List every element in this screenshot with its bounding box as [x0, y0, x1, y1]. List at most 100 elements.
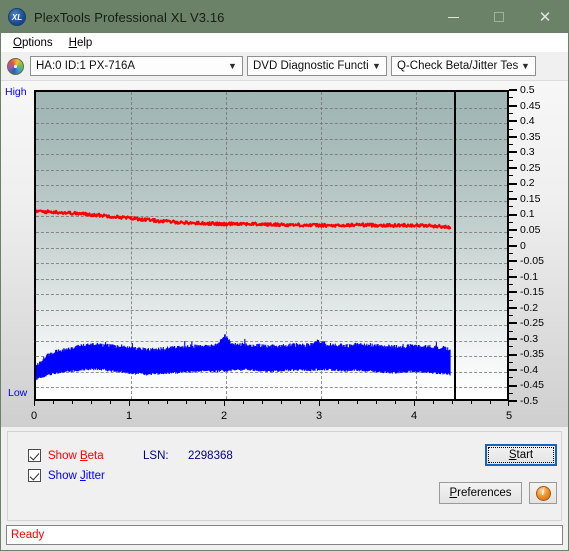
start-button[interactable]: Start — [485, 444, 557, 466]
x-axis-ticks: 0 1 2 3 4 5 — [31, 401, 513, 425]
y-tick-label: -0.45 — [520, 379, 544, 392]
y-tick-label: 0.1 — [520, 208, 535, 221]
x-tick-mark — [224, 401, 225, 406]
lsn-value: 2298368 — [188, 450, 233, 462]
x-tick-mark-minor — [357, 401, 358, 404]
x-tick-label: 5 — [505, 410, 513, 422]
preferences-button[interactable]: Preferences — [439, 482, 522, 504]
y-tick-minor — [509, 107, 516, 119]
y-tick-minor — [509, 247, 516, 259]
data-end-marker — [454, 92, 456, 399]
minimize-button[interactable] — [430, 1, 476, 33]
show-beta-label-pre: Show — [48, 449, 80, 462]
menu-item-options-label: ptions — [21, 36, 53, 49]
y-tick-minor — [509, 263, 516, 275]
y-tick-label: 0.05 — [520, 223, 541, 236]
y-tick-minor — [509, 185, 516, 197]
status-bar: Ready — [6, 525, 563, 545]
y-tick-minor — [509, 216, 516, 228]
x-tick-mark-minor — [110, 401, 111, 404]
y-tick-label: -0.4 — [520, 363, 539, 376]
drive-select[interactable]: HA:0 ID:1 PX-716A ▼ — [30, 56, 243, 76]
function-select-value: DVD Diagnostic Functions — [253, 60, 369, 72]
y-tick-label: 0 — [520, 239, 526, 252]
chart-traces — [36, 209, 452, 381]
chart-panel: High Low 0.5 0.45 0.4 0.35 0.3 0.25 0.2 0.15 0.1… — [1, 80, 568, 427]
show-beta-checkbox[interactable] — [28, 449, 41, 462]
y-tick-label: 0.45 — [520, 99, 541, 112]
title-bar: XL PlexTools Professional XL V3.16 ✕ — [1, 1, 568, 33]
x-tick-label: 2 — [220, 410, 228, 422]
close-button[interactable]: ✕ — [522, 1, 568, 33]
window-controls: ✕ — [430, 1, 568, 33]
x-tick-label: 3 — [315, 410, 323, 422]
preferences-label-post: references — [457, 487, 512, 499]
x-tick-mark-minor — [148, 401, 149, 404]
y-tick-label: 0.15 — [520, 192, 541, 205]
x-tick-mark — [508, 401, 509, 406]
y-tick-label: 0.35 — [520, 130, 541, 143]
x-tick-mark-minor — [243, 401, 244, 404]
y-tick-minor — [509, 201, 516, 213]
y-tick-minor — [509, 356, 516, 368]
maximize-button[interactable] — [476, 1, 522, 33]
menu-item-help[interactable]: Help — [63, 36, 101, 50]
xl-logo-icon: XL — [8, 8, 26, 26]
show-jitter-checkbox[interactable] — [28, 469, 41, 482]
show-jitter-label-pre: Show — [48, 469, 80, 482]
x-tick-mark — [414, 401, 415, 406]
x-tick-mark-minor — [53, 401, 54, 404]
axis-label-high: High — [5, 86, 27, 98]
y-tick-label: 0.25 — [520, 161, 541, 174]
x-tick-mark-minor — [300, 401, 301, 404]
lsn-label: LSN: — [143, 450, 169, 462]
y-tick-label: -0.05 — [520, 255, 544, 268]
function-select[interactable]: DVD Diagnostic Functions ▼ — [247, 56, 387, 76]
y-tick-minor — [509, 309, 516, 321]
y-tick-minor — [509, 170, 516, 182]
info-icon: i — [535, 485, 551, 501]
y-tick-label: 0.4 — [520, 115, 535, 128]
y-tick-label: 0.3 — [520, 146, 535, 159]
chevron-down-icon: ▼ — [228, 60, 237, 71]
x-tick-mark-minor — [91, 401, 92, 404]
toolbar: HA:0 ID:1 PX-716A ▼ DVD Diagnostic Funct… — [1, 52, 568, 80]
y-tick-label: -0.5 — [520, 395, 539, 407]
drive-select-value: HA:0 ID:1 PX-716A — [36, 60, 136, 72]
x-tick-mark-minor — [395, 401, 396, 404]
x-tick-mark — [34, 401, 35, 406]
x-tick-mark — [319, 401, 320, 406]
y-tick-label: -0.2 — [520, 301, 539, 314]
x-tick-label: 1 — [125, 410, 133, 422]
y-axis-ticks: 0.5 0.45 0.4 0.35 0.3 0.25 0.2 0.15 0.1 0.05 0 -0.0… — [509, 84, 567, 407]
y-tick-minor — [509, 278, 516, 290]
show-beta-row[interactable]: Show Beta — [28, 449, 104, 462]
focus-indicator — [488, 447, 554, 463]
show-jitter-label: Show Jitter — [48, 470, 105, 482]
info-button[interactable]: i — [529, 482, 557, 504]
test-select[interactable]: Q-Check Beta/Jitter Test ▼ — [391, 56, 536, 76]
beta-trace — [36, 209, 452, 230]
y-tick-minor — [509, 123, 516, 135]
y-tick-label: 0.5 — [520, 84, 535, 96]
x-tick-mark-minor — [281, 401, 282, 404]
jitter-trace — [36, 334, 451, 381]
x-tick-mark-minor — [262, 401, 263, 404]
y-tick-label: -0.25 — [520, 317, 544, 330]
show-beta-accel: B — [79, 449, 88, 462]
x-tick-mark-minor — [471, 401, 472, 404]
y-tick-minor — [509, 92, 516, 104]
preferences-button-label: Preferences — [449, 487, 511, 499]
y-tick-label: -0.35 — [520, 348, 544, 361]
controls-panel: Show Beta Show Jitter LSN: 2298368 Start… — [7, 431, 562, 521]
y-tick-minor — [509, 387, 516, 399]
menu-item-help-label: elp — [76, 36, 93, 49]
x-tick-mark-minor — [72, 401, 73, 404]
y-tick-minor — [509, 372, 516, 384]
y-tick-label: -0.15 — [520, 286, 544, 299]
y-tick-label: 0.2 — [520, 177, 535, 190]
y-tick-minor — [509, 294, 516, 306]
menu-item-options[interactable]: Options — [7, 36, 61, 50]
menu-bar: Options Help — [1, 33, 568, 52]
show-jitter-row[interactable]: Show Jitter — [28, 469, 105, 482]
